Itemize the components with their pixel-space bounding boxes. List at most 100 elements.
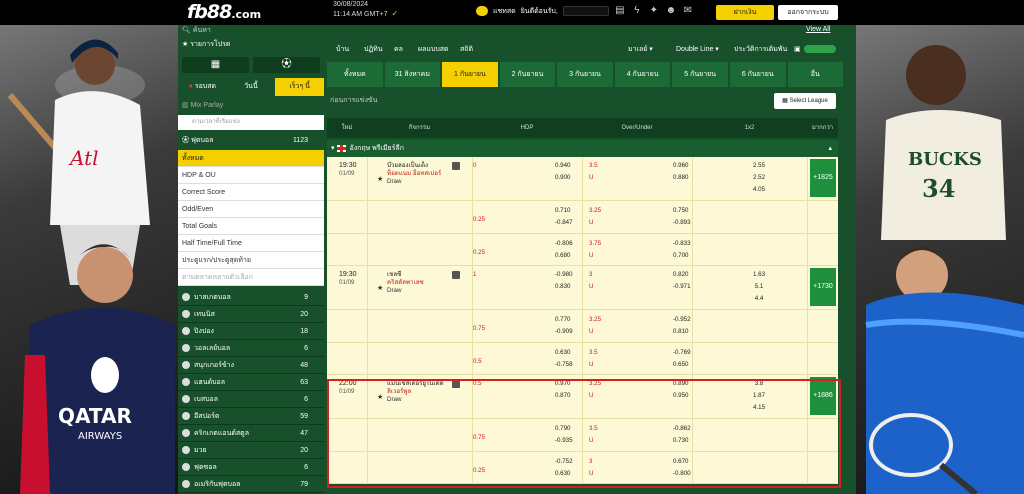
promo-icon[interactable]: ✦ [648, 5, 660, 17]
hdp-away-odds[interactable]: 0.680 [555, 251, 570, 260]
odds-type-dropdown[interactable]: มาเลย์ ▾ [628, 43, 653, 57]
ou-under-odds[interactable]: -0.893 [673, 218, 691, 227]
sports-view-icon[interactable]: ⚽︎ [253, 57, 320, 73]
day-tab[interactable]: 1 กันยายน [442, 62, 498, 87]
settings-icon[interactable]: ▣ [794, 43, 801, 57]
chat-icon[interactable] [476, 6, 488, 16]
sidebar-search[interactable]: 🔍︎ ค้นหา [178, 25, 324, 37]
hdp-home-odds[interactable]: 0.710 [555, 206, 570, 215]
hdp-home-odds[interactable]: 0.630 [555, 348, 570, 357]
display-toggle[interactable] [804, 45, 836, 53]
sort-dropdown[interactable]: ตามเวลาที่เริ่มแข่ง [178, 115, 324, 130]
day-tab[interactable]: 31 สิงหาคม [384, 62, 441, 87]
sidebar-sport-item[interactable]: แฮนด์บอล 63 [178, 374, 324, 391]
hdp-home-odds[interactable]: 0.940 [555, 161, 570, 170]
hdp-home-odds[interactable]: -0.980 [555, 270, 573, 279]
sidebar-sport-item[interactable]: คริกเกตแอนด์สตูล 47 [178, 425, 324, 442]
market-item[interactable]: ตามตลาดหลายตัวเลือก [178, 269, 324, 286]
hdp-away-odds[interactable]: -0.758 [555, 360, 573, 369]
sidebar-sport-item[interactable]: เทนนิส 20 [178, 306, 324, 323]
ou-under-odds[interactable]: -0.971 [673, 282, 691, 291]
sidebar-sport-item[interactable]: ฟุตซอล 6 [178, 459, 324, 476]
filter-kl[interactable]: คล [394, 43, 403, 57]
market-item[interactable]: Total Goals [178, 218, 324, 235]
sidebar-sport-item[interactable]: เบสบอล 6 [178, 391, 324, 408]
sidebar-sport-item[interactable]: ปิงปอง 18 [178, 323, 324, 340]
sidebar-sport-item[interactable]: อเมริกันฟุตบอล 79 [178, 476, 324, 493]
bolt-icon[interactable]: ϟ [631, 5, 643, 17]
brand-logo[interactable]: fb88.com [187, 3, 261, 24]
ou-under-odds[interactable]: 0.810 [673, 327, 688, 336]
day-tab[interactable]: 3 กันยายน [557, 62, 613, 87]
market-item[interactable]: ทั้งหมด [178, 150, 324, 167]
ou-over-odds[interactable]: -0.952 [673, 315, 691, 324]
ou-over-odds[interactable]: -0.833 [673, 239, 691, 248]
filter-calendar[interactable]: ปฏิทิน [364, 43, 383, 57]
tab-live[interactable]: ● วันนี้รอบสด [178, 78, 227, 96]
view-all-link[interactable]: View All [806, 25, 830, 35]
market-item[interactable]: ประตูแรก/ประตูสุดท้าย [178, 252, 324, 269]
day-tab[interactable]: 2 กันยายน [499, 62, 556, 87]
logout-button[interactable]: ออกจากระบบ [778, 5, 838, 20]
odds-away-win[interactable]: 2.52 [749, 173, 769, 182]
ou-over-odds[interactable]: 0.750 [673, 206, 688, 215]
tab-upcoming[interactable]: เร็วๆ นี้ [275, 78, 325, 96]
ou-under-odds[interactable]: 0.880 [673, 173, 688, 182]
odds-away-win[interactable]: 5.1 [749, 282, 769, 291]
sidebar-sport-item[interactable]: วอลเลย์บอล 6 [178, 340, 324, 357]
sidebar-sport-item[interactable]: บาสเกตบอล 9 [178, 289, 324, 306]
stats-icon[interactable] [452, 162, 460, 170]
ou-under-odds[interactable]: 0.650 [673, 360, 688, 369]
ou-under-odds[interactable]: 0.700 [673, 251, 688, 260]
odds-home-win[interactable]: 2.55 [749, 161, 769, 170]
league-header[interactable]: ▾ อังกฤษ พรีเมียร์ลีก ▴ [327, 140, 838, 157]
hdp-away-odds[interactable]: -0.847 [555, 218, 573, 227]
hdp-away-odds[interactable]: 0.830 [555, 282, 570, 291]
day-tab[interactable]: อื่น [787, 62, 844, 87]
ou-over-odds[interactable]: -0.769 [673, 348, 691, 357]
stats-icon[interactable] [452, 271, 460, 279]
odds-draw[interactable]: 4.4 [749, 294, 769, 303]
mix-parlay-link[interactable]: ▥ Mix Parlay [178, 99, 324, 113]
user-icon[interactable]: ☻ [665, 5, 677, 17]
market-item[interactable]: Half Time/Full Time [178, 235, 324, 252]
line-mode-dropdown[interactable]: Double Line ▾ [676, 43, 719, 57]
sidebar-football[interactable]: ⚽︎ ฟุตบอล 1123 [178, 133, 324, 149]
hdp-away-odds[interactable]: -0.909 [555, 327, 573, 336]
chevron-up-icon[interactable]: ▴ [828, 140, 832, 157]
ou-over-odds[interactable]: 0.960 [673, 161, 688, 170]
select-league-button[interactable]: ▦ Select League [774, 93, 836, 109]
day-tab[interactable]: 5 กันยายน [672, 62, 728, 87]
hdp-home-odds[interactable]: -0.806 [555, 239, 573, 248]
tab-today[interactable]: วันนี้ [227, 78, 276, 96]
mail-icon[interactable]: ✉ [682, 5, 694, 17]
sidebar-sport-item[interactable]: มวย 20 [178, 442, 324, 459]
ou-over-odds[interactable]: 0.820 [673, 270, 688, 279]
odds-home-win[interactable]: 1.63 [749, 270, 769, 279]
market-item[interactable]: Odd/Even [178, 201, 324, 218]
list-view-icon[interactable]: ▦ [182, 57, 249, 73]
filter-stats[interactable]: สถิติ [460, 43, 473, 57]
favorite-star-icon[interactable]: ★ [377, 284, 383, 293]
filter-live-results[interactable]: ผลแบบสด [418, 43, 449, 57]
wallet-icon[interactable]: ▤ [614, 5, 626, 17]
more-markets-button[interactable]: +1825 [810, 159, 836, 197]
sidebar-sport-item[interactable]: อีสปอร์ต 59 [178, 408, 324, 425]
favorite-star-icon[interactable]: ★ [377, 175, 383, 184]
day-tab[interactable]: 6 กันยายน [729, 62, 786, 87]
ou-line: 3.25 [589, 207, 602, 214]
more-markets-button[interactable]: +1730 [810, 268, 836, 306]
hdp-home-odds[interactable]: 0.770 [555, 315, 570, 324]
market-item[interactable]: HDP & OU [178, 167, 324, 184]
live-chat-label[interactable]: แชทสด [493, 6, 516, 17]
hdp-away-odds[interactable]: 0.900 [555, 173, 570, 182]
deposit-button[interactable]: ฝากเงิน [716, 5, 774, 20]
day-tab[interactable]: 4 กันยายน [614, 62, 671, 87]
sidebar-sport-item[interactable]: สนุกเกอร์ข้าง 48 [178, 357, 324, 374]
bet-history-link[interactable]: ประวัติการเดิมพัน [734, 43, 787, 57]
market-item[interactable]: Correct Score [178, 184, 324, 201]
day-tab[interactable]: ทั้งหมด [327, 62, 383, 87]
odds-draw[interactable]: 4.05 [749, 185, 769, 194]
favorites-link[interactable]: ★ รายการโปรด [178, 38, 324, 51]
filter-home[interactable]: บ้าน [336, 43, 349, 57]
